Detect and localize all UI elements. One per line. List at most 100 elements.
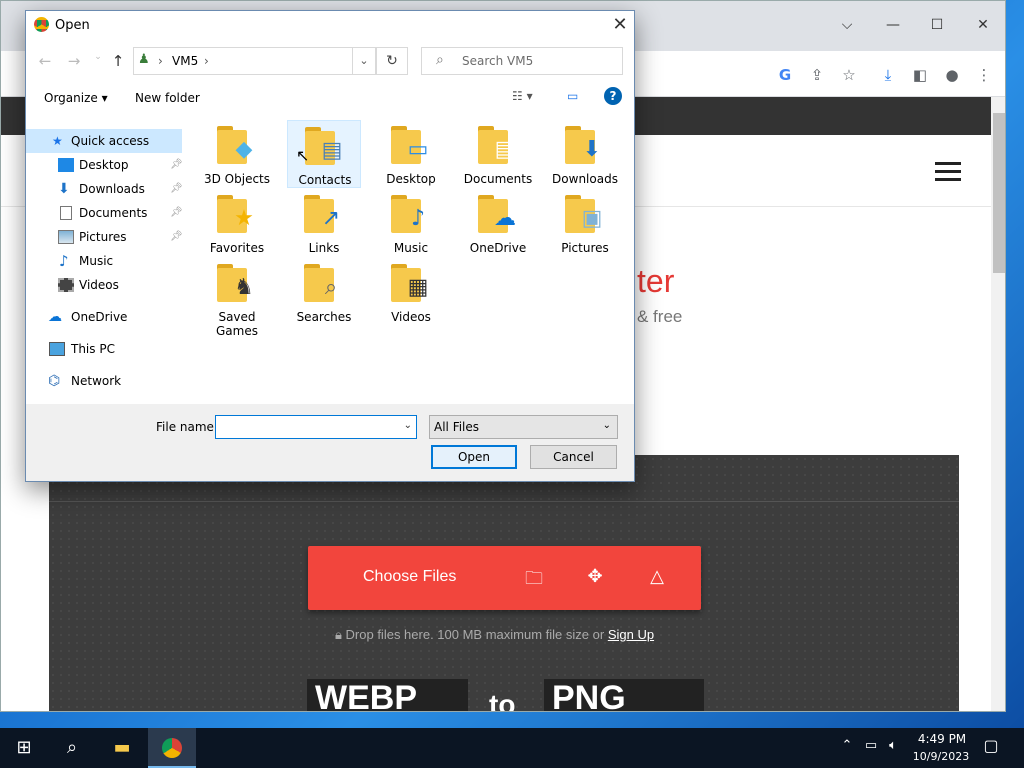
folder-item[interactable]: ♪ Music: [374, 189, 448, 257]
download-icon[interactable]: ⤓: [877, 64, 899, 86]
chrome-taskbar-icon[interactable]: [148, 728, 196, 768]
format-from-label: WEBP: [315, 679, 417, 712]
minimize-button[interactable]: —: [879, 11, 907, 39]
cancel-button[interactable]: Cancel: [530, 445, 617, 469]
format-to-select[interactable]: PNG: [544, 679, 704, 711]
search-input[interactable]: ⌕ Search VM5: [421, 47, 623, 75]
menu-kebab-icon[interactable]: ⋮: [973, 64, 995, 86]
sidebar-item-network[interactable]: ⌬ Network: [26, 369, 182, 393]
hamburger-menu-icon[interactable]: [935, 162, 961, 181]
clock-date[interactable]: 10/9/2023: [908, 750, 974, 763]
folder-search-icon[interactable]: 🗀: [521, 566, 547, 590]
preview-pane-icon[interactable]: ▭: [567, 89, 578, 103]
sidebar-item-this-pc[interactable]: This PC: [26, 337, 182, 361]
chevron-down-icon[interactable]: ⌄: [404, 420, 412, 431]
chevron-up-icon[interactable]: ⌃: [838, 738, 856, 753]
scrollbar-thumb[interactable]: [993, 113, 1005, 273]
maximize-button[interactable]: ☐: [923, 11, 951, 39]
close-icon[interactable]: ✕: [606, 12, 634, 38]
choose-files-label: Choose Files: [363, 568, 457, 585]
folder-name: Favorites: [209, 241, 265, 255]
view-options-icon[interactable]: ☷ ▾: [512, 89, 533, 103]
file-name-input[interactable]: ⌄: [215, 415, 417, 439]
google-icon[interactable]: G: [774, 64, 796, 86]
back-arrow-icon[interactable]: ←: [35, 52, 55, 72]
divider: [49, 501, 959, 502]
file-explorer-icon[interactable]: ▬: [98, 728, 146, 768]
windows-start-icon[interactable]: ⊞: [0, 728, 48, 768]
folder-item[interactable]: ★ Favorites: [200, 189, 274, 257]
profile-avatar-icon[interactable]: ●: [941, 64, 963, 86]
folder-item[interactable]: ▣ Pictures: [548, 189, 622, 257]
chevron-down-icon[interactable]: ⌄: [88, 52, 108, 72]
folder-item[interactable]: ♞ Saved Games: [200, 258, 274, 338]
clock-time[interactable]: 4:49 PM: [912, 732, 972, 746]
sidebar-item-onedrive[interactable]: ☁ OneDrive: [26, 305, 182, 329]
breadcrumb-segment[interactable]: VM5: [172, 54, 198, 68]
refresh-icon[interactable]: ↻: [376, 47, 408, 75]
sidebar-item-pictures[interactable]: Pictures 📌︎: [26, 225, 183, 249]
organize-button[interactable]: Organize ▾: [44, 91, 108, 105]
google-drive-icon[interactable]: △: [644, 566, 670, 590]
share-icon[interactable]: ⇪: [806, 64, 828, 86]
format-to-word: to: [489, 689, 516, 712]
network-tray-icon[interactable]: ▭: [862, 738, 880, 753]
new-folder-button[interactable]: New folder: [135, 91, 200, 105]
address-bar[interactable]: ♟ › VM5 ›: [133, 47, 376, 75]
volume-muted-icon[interactable]: 🔈︎: [884, 738, 902, 753]
pin-icon: 📌︎: [170, 231, 183, 242]
folder-item[interactable]: ▦ Videos: [374, 258, 448, 326]
folder-name: Desktop: [386, 172, 436, 186]
bookmark-star-icon[interactable]: ☆: [838, 64, 860, 86]
notification-icon[interactable]: ▢: [982, 736, 1000, 755]
pin-icon: 📌︎: [170, 183, 183, 194]
pin-icon: 📌︎: [170, 159, 183, 170]
sign-up-link[interactable]: Sign Up: [608, 627, 654, 642]
documents-folder-icon: ▤: [478, 126, 518, 164]
forward-arrow-icon[interactable]: →: [64, 52, 84, 72]
sidebar-item-music[interactable]: ♪ Music: [26, 249, 182, 273]
folder-item[interactable]: ▭ Desktop: [374, 120, 448, 188]
file-type-select[interactable]: All Files ⌄: [429, 415, 618, 439]
sidebar-item-documents[interactable]: Documents 📌︎: [26, 201, 183, 225]
search-icon[interactable]: ⌕: [48, 728, 96, 768]
folder-item[interactable]: ☁ OneDrive: [461, 189, 535, 257]
search-icon: ⌕: [436, 52, 444, 68]
side-panel-icon[interactable]: ◧: [909, 64, 931, 86]
sidebar-item-label: Videos: [79, 278, 119, 292]
chevron-down-icon[interactable]: ⌵: [833, 11, 861, 39]
format-from-select[interactable]: WEBP: [307, 679, 468, 712]
folder-item[interactable]: ▤ Documents: [461, 120, 535, 188]
drop-hint: 🔒︎ Drop files here. 100 MB maximum file …: [335, 627, 654, 643]
chevron-down-icon: ⌄: [602, 420, 611, 431]
close-window-button[interactable]: ✕: [969, 11, 997, 39]
network-icon: ⌬: [48, 373, 61, 389]
breadcrumb-separator: ›: [204, 54, 209, 68]
chrome-icon: [162, 738, 182, 758]
open-button[interactable]: Open: [431, 445, 517, 469]
sidebar-item-label: This PC: [71, 342, 115, 356]
folder-item[interactable]: ⬇ Downloads: [548, 120, 622, 188]
sidebar-item-downloads[interactable]: ⬇ Downloads 📌︎: [26, 177, 183, 201]
sidebar-item-videos[interactable]: Videos: [26, 273, 182, 297]
document-icon: [60, 206, 72, 220]
file-list: ◆ 3D Objects ▤ Contacts ▭ Desktop ▤ Documents ⬇ D…: [196, 118, 634, 408]
sidebar-item-desktop[interactable]: Desktop 📌︎: [26, 153, 183, 177]
film-icon: [58, 278, 74, 292]
breadcrumb-separator: ›: [158, 54, 163, 68]
sidebar-item-quick-access[interactable]: ★ Quick access: [26, 129, 182, 153]
computer-icon: [49, 342, 65, 356]
folder-name: Contacts: [298, 173, 352, 187]
dialog-title: Open: [55, 18, 90, 33]
address-dropdown-icon[interactable]: ⌄: [352, 47, 376, 75]
sidebar-item-label: Documents: [79, 206, 148, 220]
folder-name: Searches: [296, 310, 352, 324]
folder-item[interactable]: ↗ Links: [287, 189, 361, 257]
folder-item[interactable]: ⌕ Searches: [287, 258, 361, 326]
help-icon[interactable]: ?: [604, 87, 622, 105]
folder-item[interactable]: ◆ 3D Objects: [200, 120, 274, 188]
folder-name: OneDrive: [469, 241, 527, 255]
up-arrow-icon[interactable]: ↑: [108, 52, 128, 72]
search-placeholder: Search VM5: [462, 54, 534, 68]
dropbox-icon[interactable]: ✥: [582, 566, 608, 590]
